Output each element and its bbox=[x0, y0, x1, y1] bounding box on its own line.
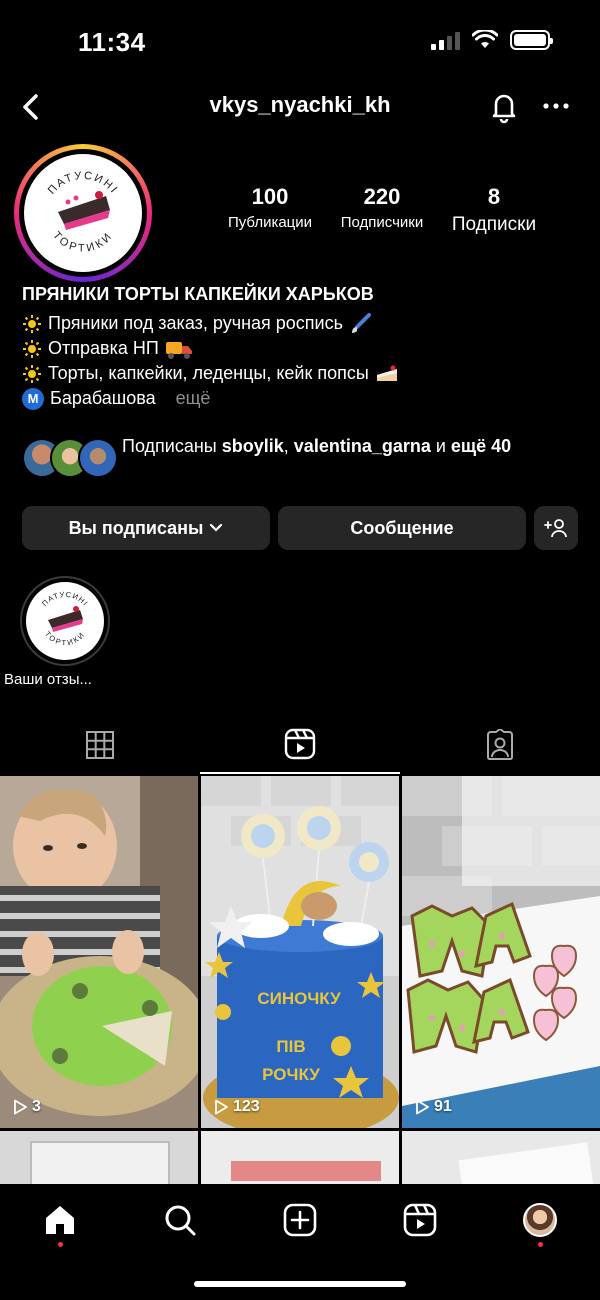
metro-icon: M bbox=[22, 387, 44, 410]
reel-image bbox=[402, 776, 600, 1128]
reels-icon bbox=[284, 728, 316, 760]
bio-line: Торты, капкейки, леденцы, кейк попсы bbox=[22, 361, 582, 386]
nav-create[interactable] bbox=[278, 1198, 322, 1242]
nav-search[interactable] bbox=[158, 1198, 202, 1242]
home-icon bbox=[46, 1206, 74, 1234]
play-icon bbox=[215, 1099, 228, 1115]
nav-reels[interactable] bbox=[398, 1198, 442, 1242]
highlight-label: Ваши отзы... bbox=[4, 671, 92, 688]
view-count: 123 bbox=[213, 1098, 260, 1116]
sun-icon bbox=[23, 339, 41, 358]
more-horizontal-icon bbox=[543, 103, 569, 109]
cake-slice-icon bbox=[376, 365, 397, 381]
svg-text:ПАТУСИНІ: ПАТУСИНІ bbox=[46, 170, 121, 197]
sun-icon bbox=[23, 314, 41, 333]
reel-image bbox=[0, 776, 198, 1128]
stat-following[interactable]: 8 Подписки bbox=[440, 184, 548, 236]
tab-tagged[interactable] bbox=[400, 716, 600, 774]
paintbrush-icon bbox=[351, 312, 371, 333]
follower-avatar bbox=[78, 438, 118, 478]
reel-thumbnail[interactable]: СИНОЧКУ ПІВ РОЧКУ 123 bbox=[201, 776, 399, 1128]
tab-grid[interactable] bbox=[0, 716, 200, 774]
story-highlight[interactable]: ПАТУСИНІ ТОРТИКИ bbox=[20, 576, 110, 666]
brand-logo: ПАТУСИНІ ТОРТИКИ bbox=[24, 154, 142, 272]
delivery-truck-icon bbox=[165, 341, 192, 359]
stat-followers[interactable]: 220 Подписчики bbox=[328, 184, 436, 231]
bio-more-link[interactable]: ещё bbox=[176, 386, 211, 411]
reels-icon bbox=[403, 1203, 437, 1237]
view-count: 91 bbox=[414, 1098, 452, 1116]
wifi-icon bbox=[472, 30, 498, 48]
home-indicator bbox=[194, 1281, 406, 1287]
profile-tabs bbox=[0, 716, 600, 774]
status-time: 11:34 bbox=[78, 27, 146, 57]
followed-by-text: Подписаны sboylik, valentina_garna и ещё… bbox=[122, 436, 512, 456]
svg-text:СИНОЧКУ: СИНОЧКУ bbox=[257, 989, 341, 1008]
svg-text:ПІВ: ПІВ bbox=[276, 1037, 305, 1056]
bio-location: M Барабашова ещё bbox=[22, 386, 582, 411]
cellular-signal-icon bbox=[431, 30, 460, 50]
chevron-down-icon bbox=[210, 523, 223, 532]
notification-dot bbox=[58, 1242, 63, 1247]
message-button[interactable]: Сообщение bbox=[278, 506, 526, 550]
play-icon bbox=[14, 1099, 27, 1115]
suggest-people-button[interactable] bbox=[534, 506, 578, 550]
search-icon bbox=[165, 1205, 196, 1236]
nav-home[interactable] bbox=[38, 1198, 82, 1242]
stat-posts[interactable]: 100 Публикации bbox=[216, 184, 324, 231]
tagged-person-icon bbox=[487, 729, 513, 760]
add-person-icon bbox=[544, 519, 567, 538]
svg-text:ТОРТИКИ: ТОРТИКИ bbox=[43, 629, 87, 647]
profile-avatar[interactable]: ПАТУСИНІ ТОРТИКИ bbox=[14, 144, 152, 282]
more-options-button[interactable] bbox=[538, 88, 574, 124]
play-icon bbox=[416, 1099, 429, 1115]
bio-line: Отправка НП bbox=[22, 336, 582, 361]
svg-text:ТОРТИКИ: ТОРТИКИ bbox=[50, 229, 116, 254]
reel-image: СИНОЧКУ ПІВ РОЧКУ bbox=[201, 776, 399, 1128]
svg-text:РОЧКУ: РОЧКУ bbox=[262, 1065, 320, 1084]
notifications-button[interactable] bbox=[486, 88, 522, 124]
reels-grid: 3 СИНОЧКУ ПІВ РОЧКУ 123 91 bbox=[0, 776, 600, 1196]
profile-header: vkys_nyachki_kh bbox=[0, 84, 600, 130]
view-count: 3 bbox=[12, 1098, 41, 1116]
bio-name: ПРЯНИКИ ТОРТЫ КАПКЕЙКИ ХАРЬКОВ bbox=[22, 284, 374, 304]
status-bar: 11:34 bbox=[0, 0, 600, 84]
tab-reels[interactable] bbox=[200, 716, 400, 774]
reel-thumbnail[interactable]: 3 bbox=[0, 776, 198, 1128]
reel-thumbnail[interactable]: 91 bbox=[402, 776, 600, 1128]
grid-icon bbox=[86, 731, 114, 759]
sun-icon bbox=[23, 364, 41, 383]
battery-icon bbox=[510, 30, 553, 50]
notification-dot bbox=[538, 1242, 543, 1247]
bio-line: Пряники под заказ, ручная роспись bbox=[22, 311, 582, 336]
plus-square-icon bbox=[283, 1203, 317, 1237]
svg-text:ПАТУСИНІ: ПАТУСИНІ bbox=[40, 590, 90, 608]
followed-by-row[interactable]: Подписаны sboylik, valentina_garna и ещё… bbox=[22, 434, 582, 484]
avatar bbox=[523, 1203, 557, 1237]
profile-bio: ПРЯНИКИ ТОРТЫ КАПКЕЙКИ ХАРЬКОВ Пряники п… bbox=[22, 284, 582, 411]
nav-profile[interactable] bbox=[518, 1198, 562, 1242]
bell-icon bbox=[492, 94, 516, 124]
brand-logo: ПАТУСИНІ ТОРТИКИ bbox=[26, 582, 104, 660]
following-button[interactable]: Вы подписаны bbox=[22, 506, 270, 550]
